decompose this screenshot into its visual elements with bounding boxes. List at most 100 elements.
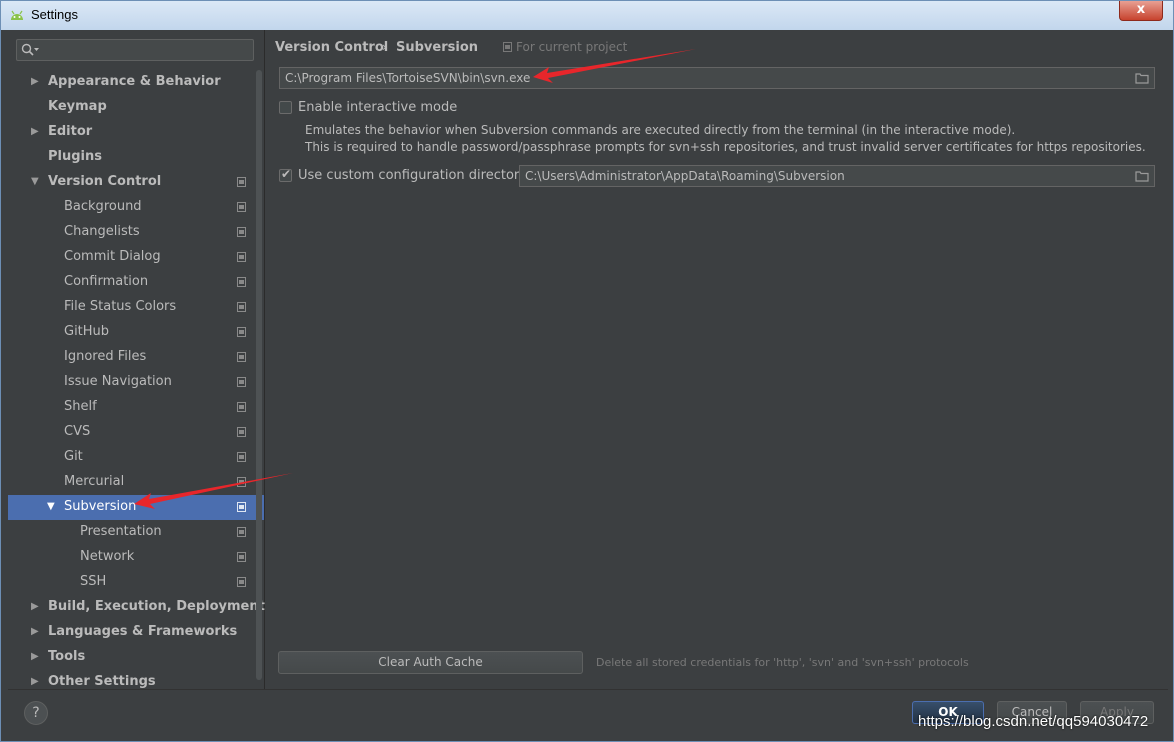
sidebar-item-cvs[interactable]: CVS — [8, 420, 264, 445]
sidebar-item-shelf[interactable]: Shelf — [8, 395, 264, 420]
folder-icon[interactable] — [1135, 170, 1149, 182]
red-arrow-annotation-1 — [533, 49, 696, 83]
sidebar-item-label: Confirmation — [64, 274, 149, 289]
interactive-mode-label: Enable interactive mode — [298, 100, 458, 115]
sidebar-item-languages-frameworks[interactable]: ▶ Languages & Frameworks — [8, 620, 264, 645]
sidebar-item-ignored-files[interactable]: Ignored Files — [8, 345, 264, 370]
project-scope-icon — [237, 277, 246, 287]
custom-config-directory-field[interactable]: C:\Users\Administrator\AppData\Roaming\S… — [519, 165, 1155, 187]
project-scope-icon — [237, 352, 246, 362]
sidebar-item-label: Commit Dialog — [64, 249, 161, 264]
custom-config-label: Use custom configuration directory: — [298, 168, 531, 183]
check-icon: ✔ — [281, 167, 292, 181]
sidebar-item-label: Changelists — [64, 224, 140, 239]
interactive-mode-description-1: Emulates the behavior when Subversion co… — [305, 123, 1016, 137]
sidebar-item-confirmation[interactable]: Confirmation — [8, 270, 264, 295]
project-scope-icon — [237, 552, 246, 562]
sidebar-item-presentation[interactable]: Presentation — [8, 520, 264, 545]
sidebar-item-label: Tools — [48, 649, 86, 664]
breadcrumb-parent: Version Control — [275, 40, 389, 55]
collapsed-arrow-icon[interactable]: ▶ — [31, 70, 39, 94]
project-scope-icon — [237, 252, 246, 262]
project-scope-icon — [237, 177, 246, 187]
breadcrumb-current: Subversion — [396, 40, 479, 55]
sidebar-item-label: Shelf — [64, 399, 97, 414]
search-icon — [21, 43, 39, 56]
red-arrow-annotation-2 — [134, 473, 293, 509]
collapsed-arrow-icon[interactable]: ▶ — [31, 595, 39, 619]
project-scope-icon — [237, 427, 246, 437]
sidebar-item-build-execution-deployment[interactable]: ▶ Build, Execution, Deployment — [8, 595, 265, 620]
sidebar-item-label: Plugins — [48, 149, 102, 164]
custom-config-directory-path: C:\Users\Administrator\AppData\Roaming\S… — [525, 169, 845, 183]
title-bar[interactable]: Settings x — [1, 1, 1173, 30]
subversion-settings-panel: Version Control › Subversion For current… — [265, 30, 1168, 689]
sidebar-item-label: Appearance & Behavior — [48, 74, 221, 89]
sidebar-item-network[interactable]: Network — [8, 545, 264, 570]
clear-auth-cache-button[interactable]: Clear Auth Cache — [278, 651, 583, 674]
svn-executable-field[interactable]: C:\Program Files\TortoiseSVN\bin\svn.exe — [279, 67, 1155, 89]
watermark-text: https://blog.csdn.net/qq594030472 — [918, 713, 1149, 730]
clear-auth-cache-hint: Delete all stored credentials for 'http'… — [596, 656, 969, 669]
sidebar-item-version-control[interactable]: ▼ Version Control — [8, 170, 264, 195]
sidebar-item-git[interactable]: Git — [8, 445, 264, 470]
sidebar-item-tools[interactable]: ▶ Tools — [8, 645, 264, 670]
interactive-mode-description-2: This is required to handle password/pass… — [305, 140, 1146, 154]
sidebar-item-label: Version Control — [48, 174, 162, 189]
folder-icon[interactable] — [1135, 72, 1149, 84]
project-scope-icon — [237, 452, 246, 462]
close-button[interactable]: x — [1119, 1, 1163, 21]
settings-window: Settings x ▶ Appearance & Behavior Keymap ▶… — [0, 0, 1174, 742]
sidebar-scrollbar[interactable] — [256, 70, 262, 680]
sidebar-item-label: Network — [80, 549, 135, 564]
project-scope-icon — [237, 377, 246, 387]
project-scope-icon — [237, 327, 246, 337]
sidebar-item-issue-navigation[interactable]: Issue Navigation — [8, 370, 264, 395]
sidebar-item-label: GitHub — [64, 324, 110, 339]
sidebar-item-label: Issue Navigation — [64, 374, 172, 389]
search-input[interactable] — [16, 39, 254, 61]
sidebar-item-background[interactable]: Background — [8, 195, 264, 220]
collapsed-arrow-icon[interactable]: ▶ — [31, 620, 39, 644]
collapsed-arrow-icon[interactable]: ▶ — [31, 120, 39, 144]
sidebar-item-label: Mercurial — [64, 474, 125, 489]
settings-sidebar: ▶ Appearance & Behavior Keymap ▶ Editor Plugi… — [8, 30, 265, 689]
android-icon — [11, 10, 23, 20]
expanded-arrow-icon[interactable]: ▼ — [31, 170, 39, 194]
sidebar-item-label: Presentation — [80, 524, 162, 539]
interactive-mode-checkbox[interactable] — [279, 101, 292, 114]
expanded-arrow-icon[interactable]: ▼ — [47, 495, 55, 519]
sidebar-item-file-status-colors[interactable]: File Status Colors — [8, 295, 264, 320]
sidebar-item-commit-dialog[interactable]: Commit Dialog — [8, 245, 264, 270]
sidebar-item-label: Build, Execution, Deployment — [48, 599, 265, 614]
collapsed-arrow-icon[interactable]: ▶ — [31, 645, 39, 669]
project-scope-icon — [503, 42, 512, 52]
project-scope-icon — [237, 402, 246, 412]
custom-config-checkbox[interactable]: ✔ — [279, 167, 292, 182]
sidebar-item-keymap[interactable]: Keymap — [8, 95, 264, 120]
svn-executable-path: C:\Program Files\TortoiseSVN\bin\svn.exe — [285, 71, 531, 85]
project-scope-icon — [237, 577, 246, 587]
project-scope-icon — [237, 527, 246, 537]
sidebar-item-label: Ignored Files — [64, 349, 147, 364]
sidebar-item-editor[interactable]: ▶ Editor — [8, 120, 264, 145]
sidebar-item-label: Git — [64, 449, 83, 464]
sidebar-item-appearance-behavior[interactable]: ▶ Appearance & Behavior — [8, 70, 264, 95]
sidebar-item-label: Keymap — [48, 99, 107, 114]
window-title: Settings — [31, 7, 78, 22]
sidebar-item-plugins[interactable]: Plugins — [8, 145, 264, 170]
sidebar-item-github[interactable]: GitHub — [8, 320, 264, 345]
sidebar-item-label: File Status Colors — [64, 299, 177, 314]
breadcrumb-separator: › — [382, 40, 387, 54]
sidebar-item-label: SSH — [80, 574, 107, 589]
project-scope-icon — [237, 302, 246, 312]
sidebar-item-changelists[interactable]: Changelists — [8, 220, 264, 245]
sidebar-item-ssh[interactable]: SSH — [8, 570, 264, 595]
sidebar-item-label: Languages & Frameworks — [48, 624, 238, 639]
help-button[interactable]: ? — [24, 701, 48, 725]
dialog-client: ▶ Appearance & Behavior Keymap ▶ Editor Plugi… — [8, 30, 1168, 736]
sidebar-item-label: Subversion — [64, 499, 137, 514]
project-scope-icon — [237, 227, 246, 237]
sidebar-item-label: Background — [64, 199, 142, 214]
sidebar-item-label: Editor — [48, 124, 93, 139]
